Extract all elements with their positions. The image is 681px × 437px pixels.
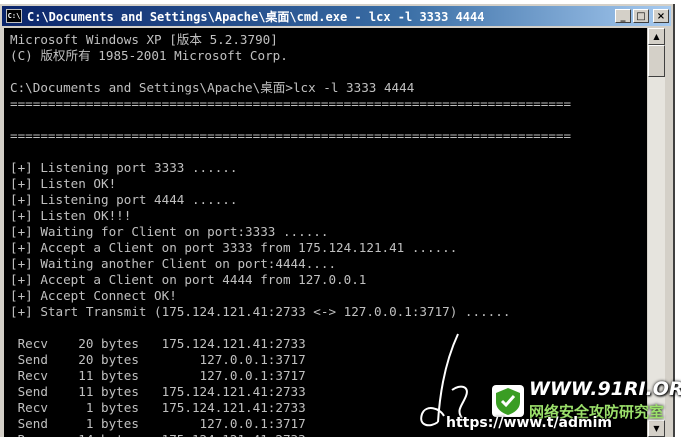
- window-title: C:\Documents and Settings\Apache\桌面\cmd.…: [27, 9, 485, 24]
- scroll-thumb[interactable]: [648, 45, 665, 77]
- console-line: [+] Listening port 3333 ......: [10, 160, 238, 175]
- console-line: ========================================…: [10, 128, 572, 143]
- console-line: [+] Listen OK!: [10, 176, 117, 191]
- watermark-url: https://www.t/admim: [446, 415, 613, 431]
- console-line: ========================================…: [10, 96, 572, 111]
- scroll-up-icon[interactable]: ▲: [648, 28, 665, 45]
- console-line: [+] Listening port 4444 ......: [10, 192, 238, 207]
- maximize-button[interactable]: □: [633, 9, 649, 23]
- console-line: [+] Start Transmit (175.124.121.41:2733 …: [10, 304, 511, 319]
- cmd-icon[interactable]: C:\: [6, 9, 22, 23]
- minimize-button[interactable]: _: [615, 9, 631, 23]
- console-line: (C) 版权所有 1985-2001 Microsoft Corp.: [10, 48, 288, 63]
- site-logo-icon: [492, 385, 524, 417]
- console-line: [+] Accept a Client on port 4444 from 12…: [10, 272, 367, 287]
- console-line: [+] Accept Connect OK!: [10, 288, 177, 303]
- close-button[interactable]: ×: [653, 9, 669, 23]
- console-line: [+] Waiting for Client on port:3333 ....…: [10, 224, 329, 239]
- console-line: [+] Waiting another Client on port:4444.…: [10, 256, 337, 271]
- title-bar[interactable]: C:\ C:\Documents and Settings\Apache\桌面\…: [2, 6, 671, 26]
- console-line: Microsoft Windows XP [版本 5.2.3790]: [10, 32, 278, 47]
- console-line: [+] Listen OK!!!: [10, 208, 132, 223]
- console-line: [+] Accept a Client on port 3333 from 17…: [10, 240, 458, 255]
- cmd-window: C:\ C:\Documents and Settings\Apache\桌面\…: [0, 4, 675, 437]
- watermark-site: WWW.91RI.ORG: [529, 378, 681, 400]
- console-line: C:\Documents and Settings\Apache\桌面>lcx …: [10, 80, 415, 95]
